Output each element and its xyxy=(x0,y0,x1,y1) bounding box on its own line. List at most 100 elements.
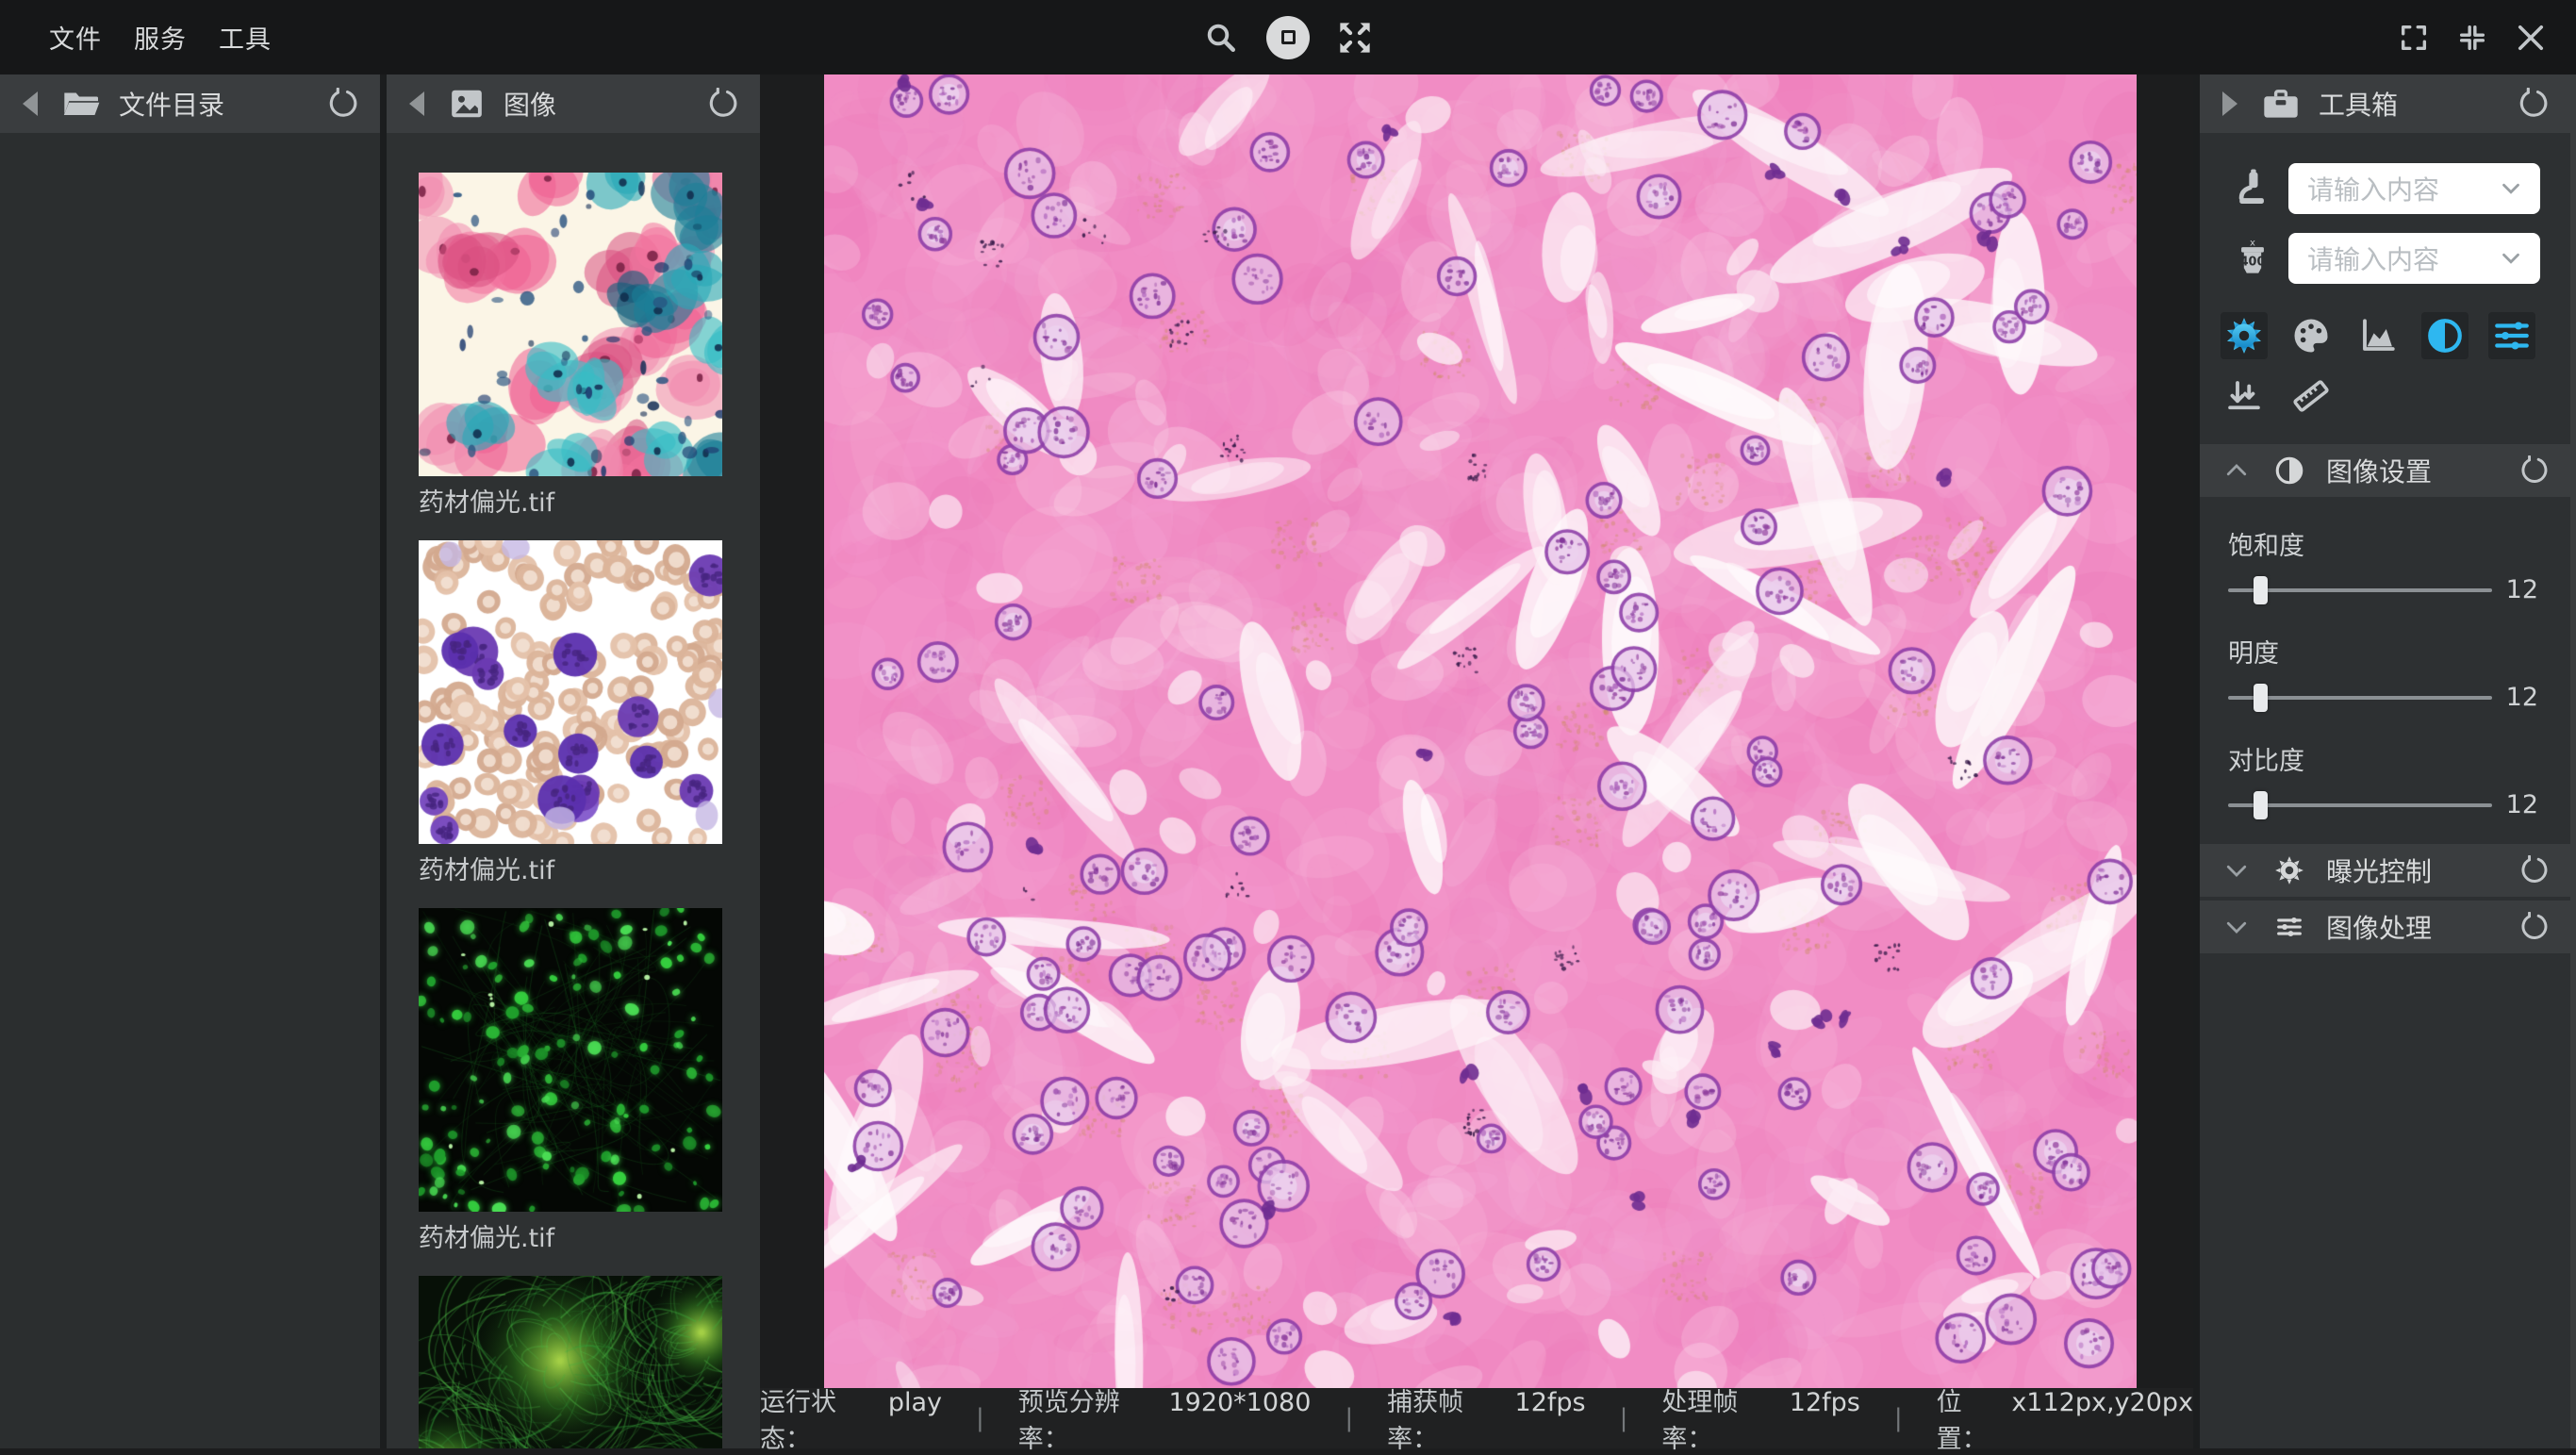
top-menubar: 文件 服务 工具 xyxy=(0,0,2576,74)
fullscreen-icon[interactable] xyxy=(2395,19,2433,57)
viewport-area: 运行状态：play | 预览分辨率：1920*1080 | 捕获帧率：12fps… xyxy=(760,74,2193,1448)
refresh-icon[interactable] xyxy=(705,88,737,120)
menu-file[interactable]: 文件 xyxy=(49,19,102,56)
status-process-fps-label: 处理帧率： xyxy=(1661,1381,1783,1455)
status-separator: | xyxy=(1345,1404,1353,1432)
status-separator: | xyxy=(1894,1404,1903,1432)
microscope-select[interactable]: 请输入内容 xyxy=(2288,163,2540,214)
contrast-slider[interactable] xyxy=(2228,803,2492,807)
contrast-tool-button[interactable] xyxy=(2421,312,2469,359)
refresh-icon[interactable] xyxy=(2516,88,2548,120)
svg-text:x: x xyxy=(2250,238,2255,248)
file-directory-header: 文件目录 xyxy=(0,74,380,133)
svg-text:400: 400 xyxy=(2240,256,2266,270)
contrast-label: 对比度 xyxy=(2228,740,2542,777)
panel-title: 图像 xyxy=(504,85,556,123)
file-directory-panel: 文件目录 xyxy=(0,74,380,1448)
collapse-right-icon[interactable] xyxy=(2222,91,2237,116)
refresh-icon[interactable] xyxy=(2518,855,2548,885)
panel-title: 工具箱 xyxy=(2319,85,2398,123)
brightness-slider[interactable] xyxy=(2228,696,2492,700)
brightness-label: 明度 xyxy=(2228,633,2542,670)
images-panel: 图像 药材偏光.tif 药材偏光.tif 药材偏光.tif xyxy=(387,74,760,1448)
thumbnail-blood-smear[interactable] xyxy=(419,540,722,844)
scrollbar-track[interactable] xyxy=(2570,74,2576,1448)
exposure-control-section-header[interactable]: 曝光控制 xyxy=(2200,844,2570,897)
thumbnail-filename: 药材偏光.tif xyxy=(419,1221,760,1257)
contrast-icon xyxy=(2273,455,2305,487)
status-process-fps-value: 12fps xyxy=(1790,1388,1860,1417)
thumbnail-list: 药材偏光.tif 药材偏光.tif 药材偏光.tif xyxy=(387,133,760,1448)
collapse-left-icon[interactable] xyxy=(23,91,38,116)
close-icon[interactable] xyxy=(2512,19,2550,57)
exposure-icon xyxy=(2273,854,2305,886)
thumbnail-pap-smear[interactable] xyxy=(419,173,722,476)
status-position-value: x112px,y20px xyxy=(2011,1388,2193,1417)
status-run-state-label: 运行状态： xyxy=(760,1381,883,1455)
chevron-down-icon xyxy=(2222,856,2251,885)
section-title: 图像设置 xyxy=(2326,452,2432,489)
thumbnail-fluorescence-cells[interactable] xyxy=(419,908,722,1212)
palette-tool-button[interactable] xyxy=(2287,312,2335,359)
toolbox-icon xyxy=(2262,87,2300,121)
status-capture-fps-label: 捕获帧率： xyxy=(1387,1381,1509,1455)
chevron-down-icon xyxy=(2497,244,2525,273)
image-processing-section-header[interactable]: 图像处理 xyxy=(2200,901,2570,953)
chevron-down-icon xyxy=(2222,913,2251,941)
thumbnail-filename: 药材偏光.tif xyxy=(419,853,760,889)
status-resolution-value: 1920*1080 xyxy=(1168,1388,1311,1417)
folder-open-icon xyxy=(62,88,100,120)
expand-arrows-icon[interactable] xyxy=(1336,19,1374,57)
thumbnail-fluorescence-fibers[interactable] xyxy=(419,1276,722,1448)
main-menu: 文件 服务 工具 xyxy=(0,19,272,56)
images-header: 图像 xyxy=(387,74,760,133)
slider-thumb[interactable] xyxy=(2254,791,2268,819)
objective-lens-icon: x 400 xyxy=(2228,238,2277,279)
saturation-slider[interactable] xyxy=(2228,588,2492,592)
status-capture-fps-value: 12fps xyxy=(1515,1388,1586,1417)
status-separator: | xyxy=(1620,1404,1628,1432)
image-settings-body: 饱和度 12 明度 12 对比度 xyxy=(2200,525,2570,844)
objective-select-row: x 400 请输入内容 xyxy=(2228,233,2570,284)
search-icon[interactable] xyxy=(1202,19,1240,57)
saturation-value: 12 xyxy=(2506,575,2542,604)
collapse-left-icon[interactable] xyxy=(409,91,424,116)
chevron-down-icon xyxy=(2497,174,2525,203)
image-settings-section-header[interactable]: 图像设置 xyxy=(2200,444,2570,497)
microscope-icon xyxy=(2228,168,2277,209)
status-position-label: 位置： xyxy=(1937,1381,2006,1455)
brightness-value: 12 xyxy=(2506,683,2542,712)
select-placeholder: 请输入内容 xyxy=(2307,240,2497,277)
slider-thumb[interactable] xyxy=(2254,684,2268,712)
refresh-icon[interactable] xyxy=(2518,455,2548,486)
chevron-up-icon xyxy=(2222,456,2251,485)
slider-thumb[interactable] xyxy=(2254,576,2268,604)
exit-fullscreen-icon[interactable] xyxy=(2453,19,2491,57)
objective-select[interactable]: 请输入内容 xyxy=(2288,233,2540,284)
menu-services[interactable]: 服务 xyxy=(134,19,187,56)
ruler-tool-button[interactable] xyxy=(2287,372,2335,420)
status-resolution-label: 预览分辨率： xyxy=(1018,1381,1164,1455)
image-icon xyxy=(449,86,485,122)
tool-grid xyxy=(2221,312,2551,420)
histogram-tool-button[interactable] xyxy=(2354,312,2402,359)
menu-tools[interactable]: 工具 xyxy=(219,19,272,56)
contrast-value: 12 xyxy=(2506,790,2542,819)
saturation-label: 饱和度 xyxy=(2228,525,2542,562)
refresh-icon[interactable] xyxy=(325,88,357,120)
panel-title: 文件目录 xyxy=(119,85,224,123)
adjustments-tool-button[interactable] xyxy=(2488,312,2535,359)
microscope-select-row: 请输入内容 xyxy=(2228,163,2570,214)
stop-record-button[interactable] xyxy=(1266,16,1310,59)
brightness-tool-button[interactable] xyxy=(2221,312,2268,359)
live-preview-image[interactable] xyxy=(824,74,2137,1388)
select-placeholder: 请输入内容 xyxy=(2307,170,2497,207)
section-title: 曝光控制 xyxy=(2326,852,2432,889)
status-run-state-value: play xyxy=(888,1388,942,1417)
refresh-icon[interactable] xyxy=(2518,912,2548,942)
capture-tool-button[interactable] xyxy=(2221,372,2268,420)
processing-icon xyxy=(2273,911,2305,943)
toolbox-header: 工具箱 xyxy=(2200,74,2570,133)
status-separator: | xyxy=(976,1404,984,1432)
status-bar: 运行状态：play | 预览分辨率：1920*1080 | 捕获帧率：12fps… xyxy=(760,1388,2193,1448)
